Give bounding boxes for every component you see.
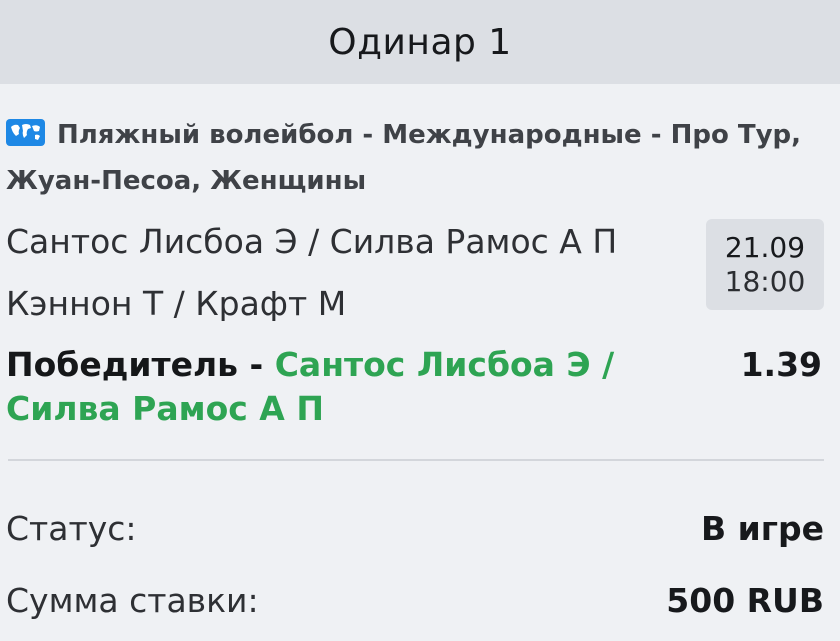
teams: Сантос Лисбоа Э / Силва Рамос А П Кэннон… [6, 224, 706, 321]
event-date: 21.09 [724, 230, 806, 264]
world-map-icon [6, 119, 45, 146]
bet-selection-row: Победитель - Сантос Лисбоа Э / Силва Рам… [6, 343, 824, 431]
event-time: 18:00 [724, 264, 806, 298]
bet-header: Одинар 1 [0, 0, 840, 84]
odds-value: 1.39 [740, 345, 822, 384]
status-value: В игре [700, 509, 824, 548]
bet-card: Пляжный волейбол - Международные - Про Т… [0, 112, 840, 621]
league-name: Пляжный волейбол - Международные - Про Т… [6, 120, 802, 196]
team-2: Кэннон Т / Крафт М [6, 286, 347, 321]
event-row: Сантос Лисбоа Э / Силва Рамос А П Кэннон… [6, 219, 824, 321]
market-label: Победитель [6, 345, 239, 384]
league-line: Пляжный волейбол - Международные - Про Т… [6, 112, 824, 204]
status-row: Статус: В игре [6, 509, 824, 549]
divider [8, 459, 824, 461]
page-title: Одинар 1 [328, 21, 512, 63]
stake-value: 500 RUB [666, 581, 824, 620]
market-separator: - [238, 345, 275, 384]
event-datetime-badge: 21.09 18:00 [706, 219, 824, 310]
team-1: Сантос Лисбоа Э / Силва Рамос А П [6, 224, 618, 259]
stake-row: Сумма ставки: 500 RUB [6, 581, 824, 621]
status-label: Статус: [6, 509, 137, 548]
market: Победитель - Сантос Лисбоа Э / Силва Рам… [6, 343, 741, 431]
stake-label: Сумма ставки: [6, 581, 259, 620]
